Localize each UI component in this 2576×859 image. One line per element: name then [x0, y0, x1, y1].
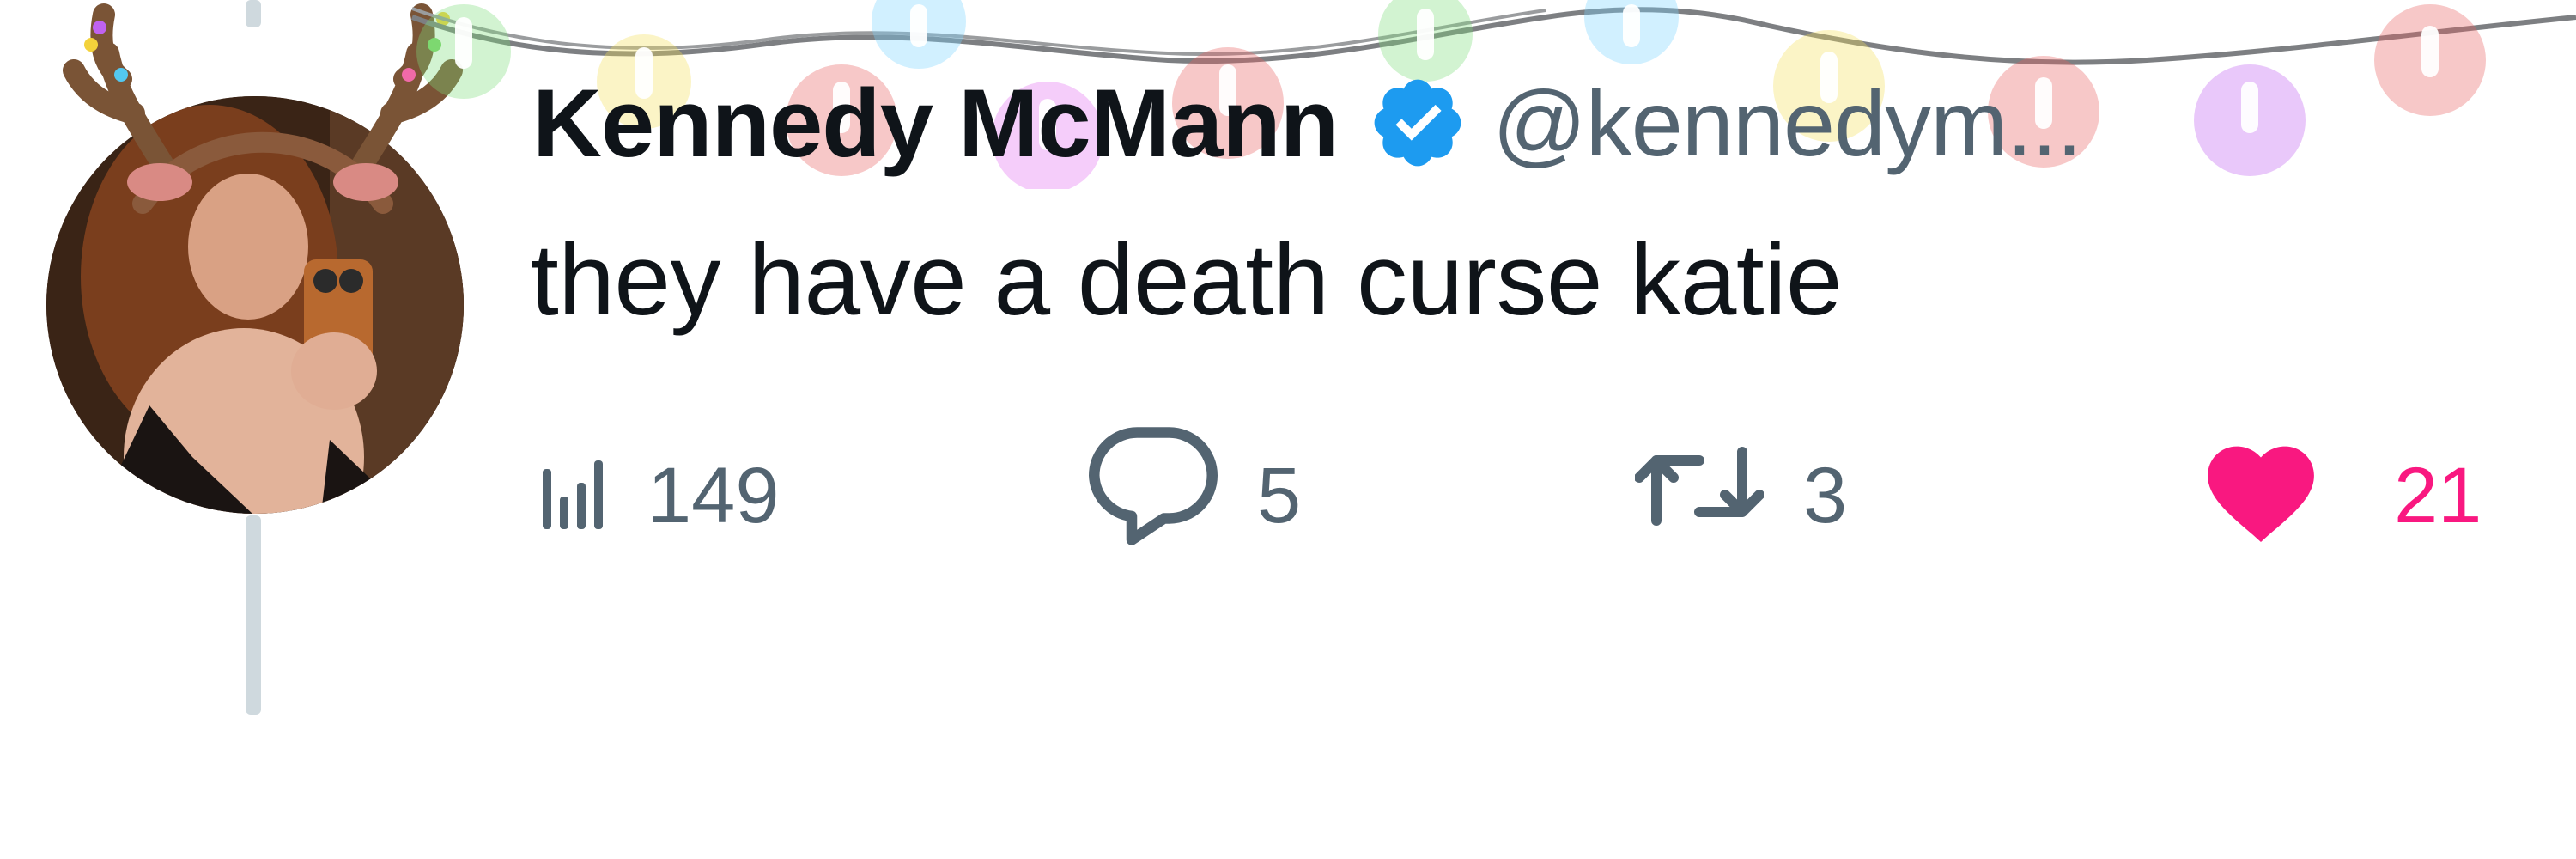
- repost-arrows-icon: [1634, 435, 1765, 557]
- avatar-container[interactable]: [46, 3, 464, 514]
- verified-badge-icon[interactable]: [1367, 72, 1468, 174]
- avatar[interactable]: [46, 96, 464, 514]
- views-button[interactable]: 149: [539, 448, 780, 543]
- avatar-photo: [46, 96, 464, 514]
- like-button[interactable]: 21: [2196, 446, 2482, 543]
- author-handle[interactable]: @kennedym...: [1492, 70, 2082, 177]
- repost-button[interactable]: 3: [1634, 447, 1848, 543]
- heart-icon: [2196, 430, 2325, 561]
- reply-count: 5: [1257, 451, 1302, 539]
- tweet-header: Kennedy McMann @kennedym...: [532, 67, 2082, 179]
- reply-bubble-icon: [1089, 426, 1218, 565]
- repost-count: 3: [1803, 451, 1848, 539]
- views-count: 149: [647, 451, 780, 539]
- author-display-name[interactable]: Kennedy McMann: [532, 68, 1339, 179]
- thread-line-bottom: [246, 515, 261, 715]
- tweet-text: they have a death curse katie: [531, 223, 1843, 337]
- like-count: 21: [2394, 451, 2482, 539]
- views-bar-chart-icon: [539, 443, 608, 548]
- reply-button[interactable]: 5: [1089, 427, 1302, 545]
- thread-line-top: [246, 0, 261, 27]
- tweet-card: Kennedy McMann @kennedym... they have a …: [0, 0, 2576, 859]
